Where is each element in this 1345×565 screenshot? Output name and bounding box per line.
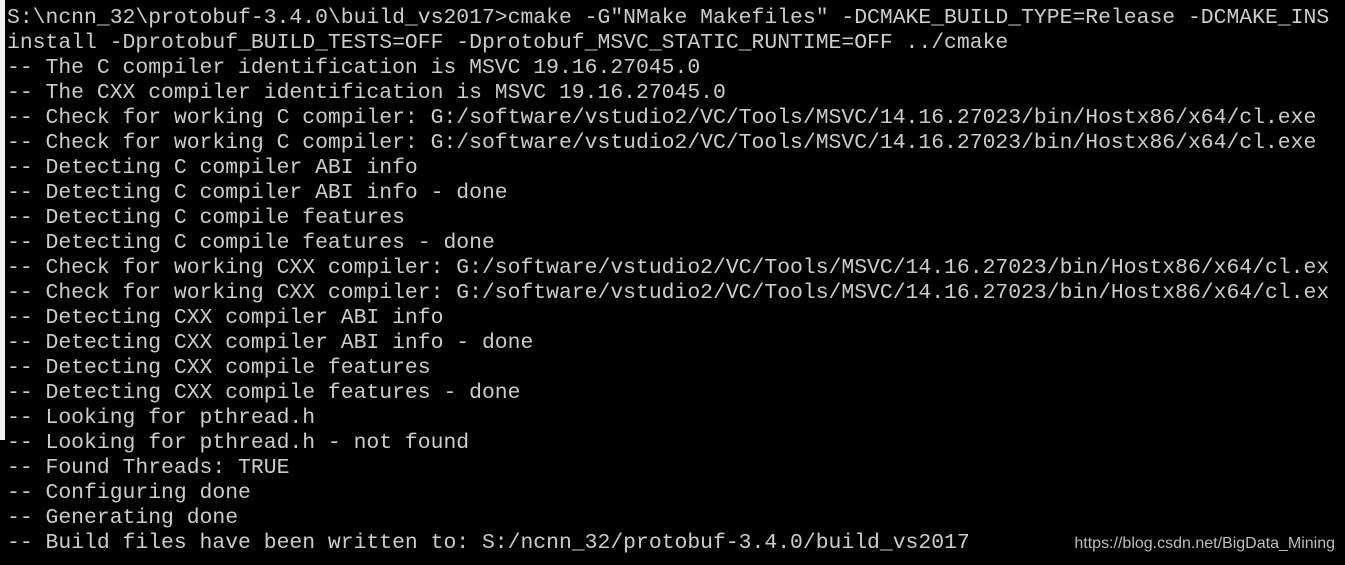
window-edge <box>0 0 5 440</box>
console-line: -- Detecting CXX compiler ABI info - don… <box>7 331 534 355</box>
console-line: install -Dprotobuf_BUILD_TESTS=OFF -Dpro… <box>7 31 1009 55</box>
console-line: -- Detecting C compiler ABI info <box>7 156 418 180</box>
console-line: -- Check for working CXX compiler: G:/so… <box>7 256 1330 280</box>
console-line: -- Detecting CXX compile features <box>7 356 431 380</box>
console-line: -- The C compiler identification is MSVC… <box>7 56 701 80</box>
console-line: -- Detecting C compile features <box>7 206 405 230</box>
console-line: -- Detecting CXX compiler ABI info <box>7 306 444 330</box>
console-line: -- Detecting CXX compile features - done <box>7 381 521 405</box>
console-line: S:\ncnn_32\protobuf-3.4.0\build_vs2017>c… <box>7 6 1330 30</box>
console-line: -- The CXX compiler identification is MS… <box>7 81 726 105</box>
console-line: -- Detecting C compiler ABI info - done <box>7 181 508 205</box>
console-line: -- Looking for pthread.h - not found <box>7 431 470 455</box>
console-line: -- Generating done <box>7 506 239 530</box>
console-line: -- Detecting C compile features - done <box>7 231 495 255</box>
console-output[interactable]: S:\ncnn_32\protobuf-3.4.0\build_vs2017>c… <box>7 6 1345 556</box>
console-line: -- Check for working C compiler: G:/soft… <box>7 131 1317 155</box>
console-line: -- Configuring done <box>7 481 251 505</box>
console-line: -- Check for working CXX compiler: G:/so… <box>7 281 1330 305</box>
console-line: -- Check for working C compiler: G:/soft… <box>7 106 1317 130</box>
console-line: -- Found Threads: TRUE <box>7 456 290 480</box>
console-line: -- Looking for pthread.h <box>7 406 316 430</box>
watermark: https://blog.csdn.net/BigData_Mining <box>1074 535 1335 552</box>
